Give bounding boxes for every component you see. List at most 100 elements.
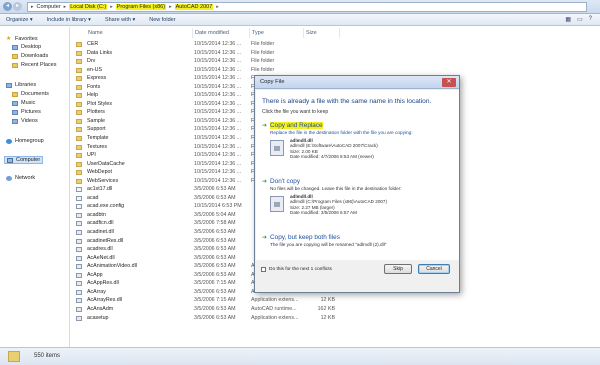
option-label[interactable]: Copy and Replace xyxy=(270,122,323,129)
chevron-right-icon[interactable]: ▸ xyxy=(110,4,113,10)
file-date: 3/5/2006 6:53 AM xyxy=(194,314,236,321)
file-type: File folder xyxy=(251,58,275,65)
sidebar-item-homegroup[interactable]: Homegroup xyxy=(6,138,44,144)
status-bar: 550 items xyxy=(0,347,600,365)
file-icon xyxy=(76,272,82,278)
sidebar-item-network[interactable]: Network xyxy=(6,175,35,181)
folder-icon xyxy=(76,84,82,90)
checkbox-box[interactable] xyxy=(261,267,266,272)
sidebar-item-pictures[interactable]: Pictures xyxy=(12,109,41,115)
sidebar-item-recent-places[interactable]: Recent Places xyxy=(12,62,56,68)
breadcrumb-autocad[interactable]: AutoCAD 2007 xyxy=(174,4,214,10)
file-icon xyxy=(76,230,82,236)
option-title[interactable]: ➜ Don't copy xyxy=(262,178,456,185)
dialog-subtitle: Click the file you want to keep xyxy=(262,109,329,115)
file-name: WebDepot xyxy=(87,169,112,176)
file-name: Template xyxy=(87,135,109,142)
file-name: WebServices xyxy=(87,177,119,184)
view-options-icon[interactable]: ▦ xyxy=(565,16,571,23)
file-name: AcArray xyxy=(87,288,106,295)
sidebar-item-desktop[interactable]: Desktop xyxy=(12,44,41,50)
column-header-name[interactable]: Name xyxy=(86,28,193,38)
folder-icon xyxy=(76,127,82,133)
file-row[interactable]: Drv 10/15/2014 12:36 ... File folder xyxy=(73,57,593,66)
breadcrumb-local-disk[interactable]: Local Disk (C:) xyxy=(69,4,108,10)
file-date: 10/15/2014 12:36 ... xyxy=(194,58,242,65)
file-date: 10/15/2014 12:36 ... xyxy=(194,83,242,90)
sidebar-item-documents[interactable]: Documents xyxy=(12,91,49,97)
back-arrow-icon[interactable]: ◂ xyxy=(3,2,12,11)
file-row[interactable]: acasetup 3/5/2006 6:53 AM Application exte… xyxy=(73,314,593,323)
option-label[interactable]: Don't copy xyxy=(270,178,300,185)
organize-button[interactable]: Organize ▾ xyxy=(6,17,33,23)
file-icon xyxy=(76,281,82,287)
file-name: acadbtn xyxy=(87,211,106,218)
breadcrumb[interactable]: ▸ Computer ▸ Local Disk (C:) ▸ Program F… xyxy=(27,2,587,12)
sidebar-item-favorites[interactable]: ★ Favorites xyxy=(6,36,38,43)
share-with-button[interactable]: Share with ▾ xyxy=(105,17,135,23)
option-description: No files will be changed. Leave this fil… xyxy=(270,186,402,191)
close-icon[interactable]: ✕ xyxy=(442,78,456,87)
folder-icon xyxy=(76,50,82,56)
sidebar-item-label: Recent Places xyxy=(21,62,57,68)
file-icon xyxy=(76,238,82,244)
breadcrumb-program-files[interactable]: Program Files (x86) xyxy=(115,4,167,10)
file-date: 10/15/2014 12:36 ... xyxy=(194,49,242,56)
sidebar-item-videos[interactable]: Videos xyxy=(12,118,38,124)
column-header-size[interactable]: Size xyxy=(304,28,340,38)
do-this-for-next-checkbox[interactable]: Do this for the next 1 conflicts xyxy=(261,267,332,272)
file-name: Express xyxy=(87,75,107,82)
chevron-right-icon[interactable]: ▸ xyxy=(169,4,172,10)
file-name: acadinetRes.dll xyxy=(87,237,124,244)
file-date: Date modified: 4/7/2006 8:53 AM (newer) xyxy=(290,154,374,160)
file-type: Application extens... xyxy=(251,297,299,304)
file-row[interactable]: Data Links 10/15/2014 12:36 ... File folde… xyxy=(73,49,593,58)
folder-icon xyxy=(76,118,82,124)
folder-icon xyxy=(8,351,20,362)
file-name: acadres.dll xyxy=(87,246,113,253)
file-date: 3/5/2006 6:53 AM xyxy=(194,237,236,244)
skip-button[interactable]: Skip xyxy=(384,264,412,274)
folder-icon xyxy=(76,101,82,107)
column-header-type[interactable]: Type xyxy=(250,28,304,38)
chevron-right-icon[interactable]: ▸ xyxy=(64,4,67,10)
sidebar-item-computer[interactable]: Computer xyxy=(4,156,44,164)
help-icon[interactable]: ? xyxy=(589,16,592,23)
new-folder-button[interactable]: New folder xyxy=(149,17,175,23)
item-count: 550 items xyxy=(34,353,61,359)
include-in-library-button[interactable]: Include in library ▾ xyxy=(47,17,91,23)
chevron-right-icon[interactable]: ▸ xyxy=(216,4,219,10)
file-date: 10/15/2014 12:36 ... xyxy=(194,100,242,107)
green-arrow-icon: ➜ xyxy=(262,123,268,129)
sidebar-item-downloads[interactable]: Downloads xyxy=(12,53,48,59)
sidebar-item-music[interactable]: Music xyxy=(12,100,35,106)
libraries-icon xyxy=(6,82,12,88)
sidebar-item-libraries[interactable]: Libraries xyxy=(6,82,36,88)
file-date: 3/5/2006 6:53 AM xyxy=(194,229,236,236)
file-icon xyxy=(76,289,82,295)
cancel-button[interactable]: Cancel xyxy=(418,264,450,274)
copy-and-replace-option[interactable]: ➜ Copy and Replace Replace the file in t… xyxy=(262,122,456,162)
breadcrumb-computer[interactable]: Computer xyxy=(37,4,61,10)
green-arrow-icon: ➜ xyxy=(262,179,268,185)
file-row[interactable]: CER 10/15/2014 12:36 ... File folder xyxy=(73,40,593,49)
file-row[interactable]: en-US 10/15/2014 12:36 ... File folder xyxy=(73,66,593,75)
file-info: adlmdll.dll adlmdll (E:\Software\AutoCAD… xyxy=(270,138,456,162)
file-date: 3/5/2006 7:15 AM xyxy=(194,297,236,304)
option-title[interactable]: ➜ Copy and Replace xyxy=(262,122,456,129)
keep-both-option[interactable]: ➜ Copy, but keep both files The file you… xyxy=(262,234,456,247)
checkbox-label: Do this for the next 1 conflicts xyxy=(269,267,332,272)
file-type: File folder xyxy=(251,41,275,47)
file-date: 10/15/2014 12:36 ... xyxy=(194,75,242,82)
file-date: 10/15/2014 12:36 ... xyxy=(194,160,242,167)
forward-arrow-icon[interactable]: ▸ xyxy=(13,2,22,11)
dont-copy-option[interactable]: ➜ Don't copy No files will be changed. L… xyxy=(262,178,456,218)
preview-pane-icon[interactable]: ▭ xyxy=(577,16,583,23)
column-header-date[interactable]: Date modified xyxy=(193,28,250,38)
file-row[interactable]: AcArrayRes.dll 3/5/2006 7:15 AM Applicatio… xyxy=(73,296,593,305)
file-name: Plot Styles xyxy=(87,100,113,107)
option-label[interactable]: Copy, but keep both files xyxy=(270,234,340,241)
option-title[interactable]: ➜ Copy, but keep both files xyxy=(262,234,456,241)
dialog-heading: There is already a file with the same na… xyxy=(262,98,432,105)
file-row[interactable]: AcAnsAdm 3/5/2006 6:53 AM AutoCAD runtime.… xyxy=(73,305,593,314)
